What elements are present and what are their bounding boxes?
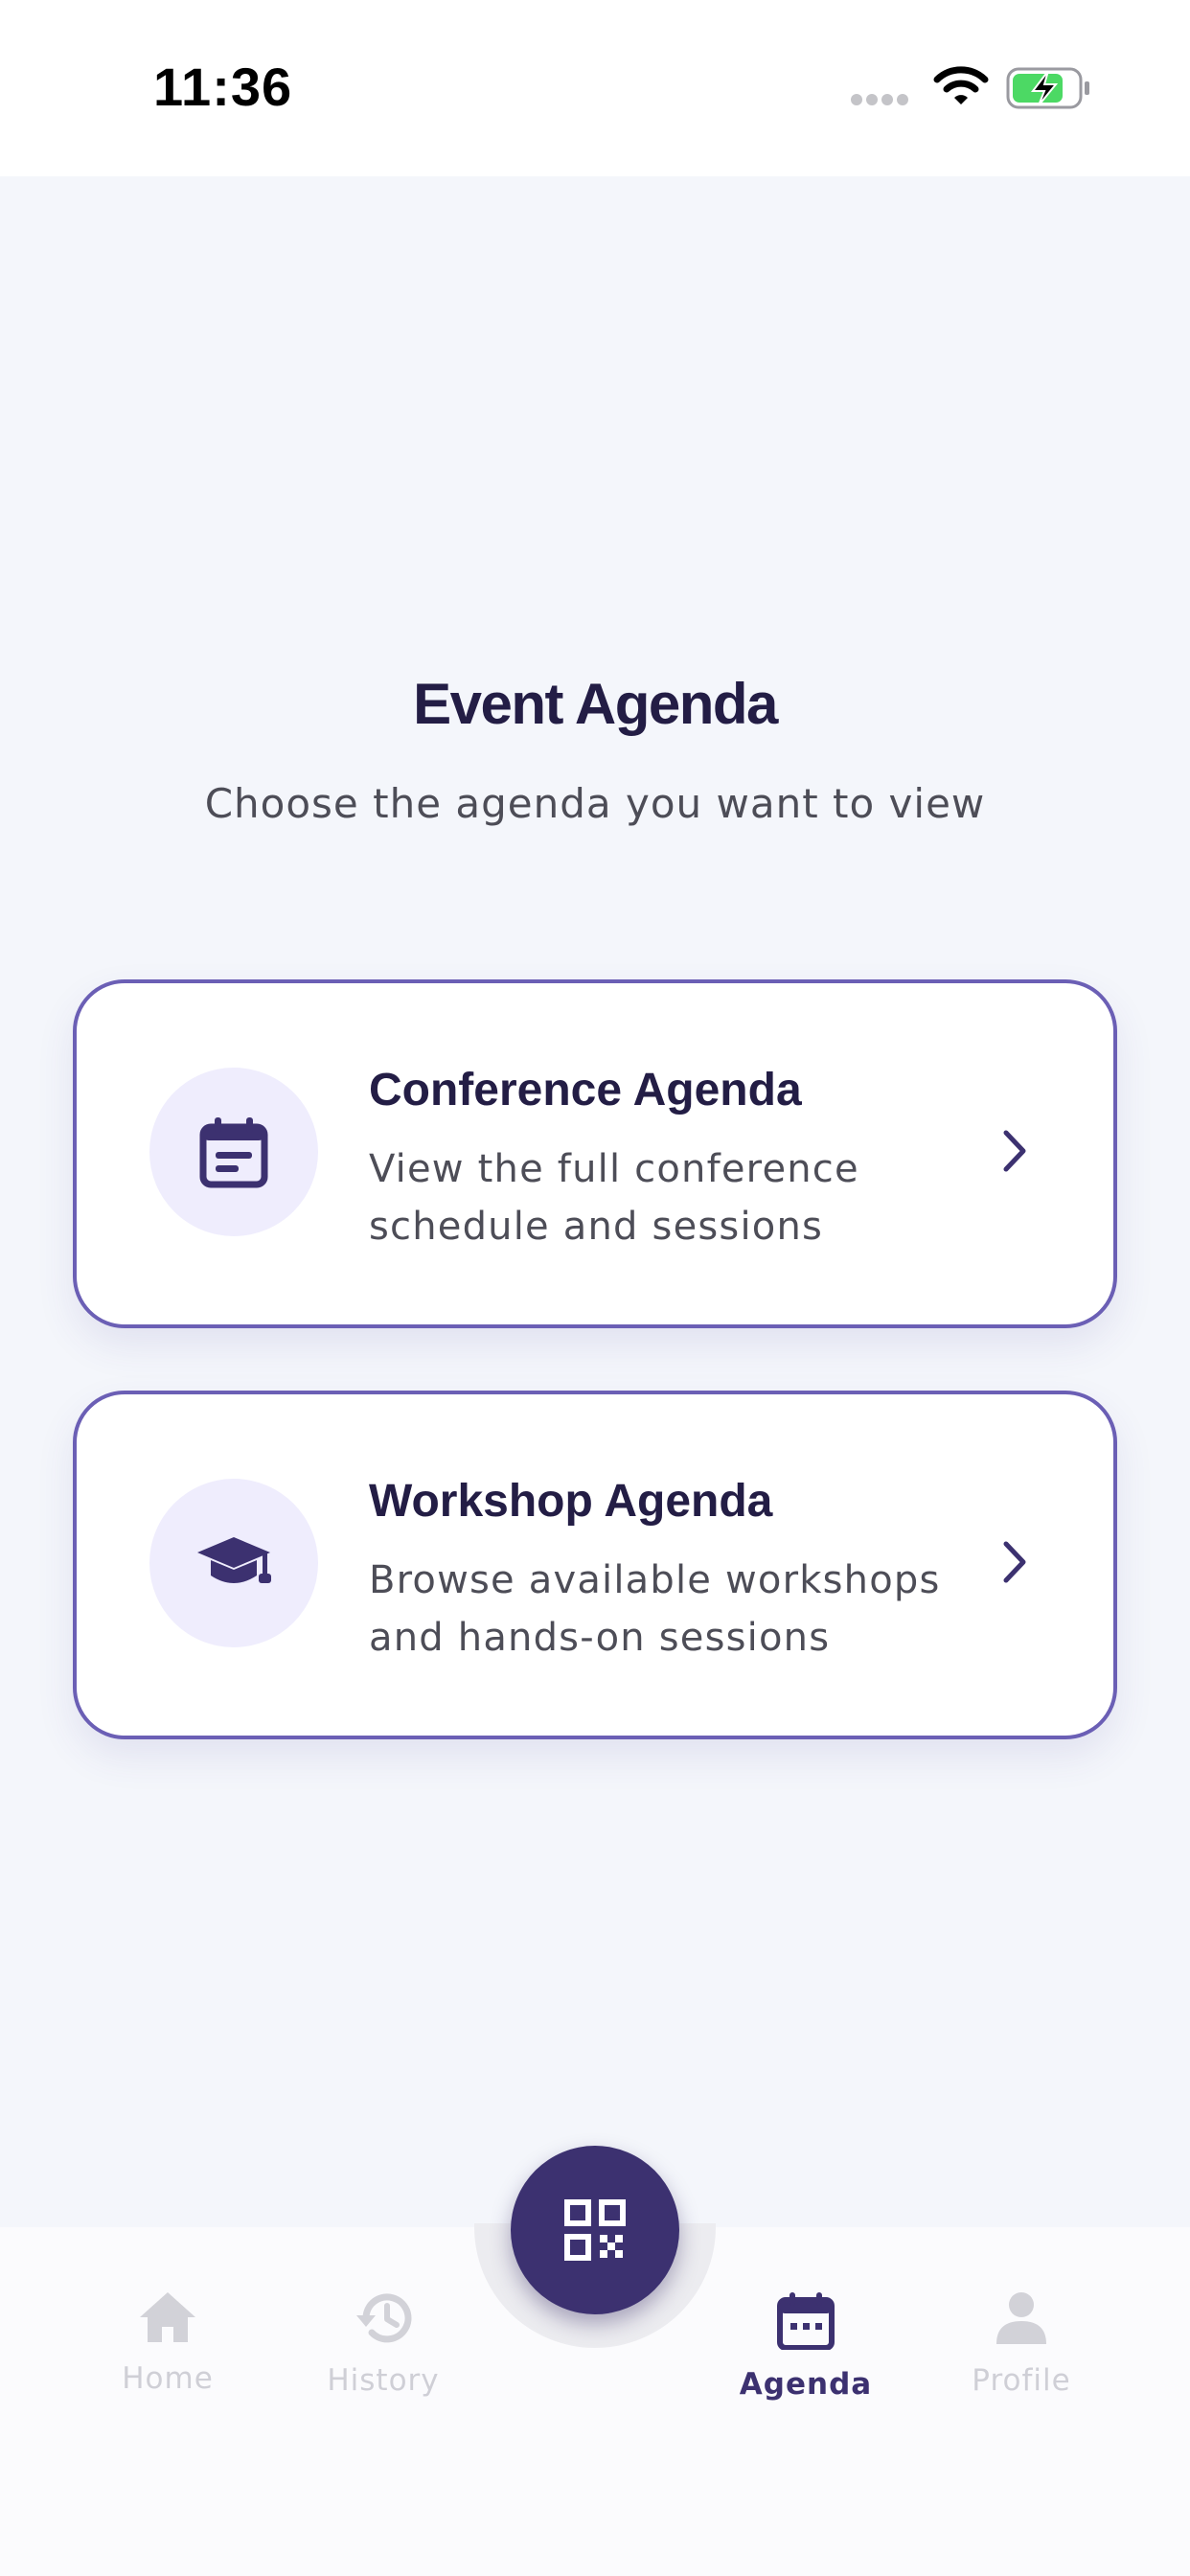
chevron-right-icon (998, 1538, 1031, 1590)
card-icon-circle (149, 1479, 318, 1647)
calendar-icon (199, 1117, 268, 1188)
scan-qr-button[interactable] (511, 2146, 679, 2314)
card-description: View the full conference schedule and se… (369, 1147, 859, 1249)
card-title: Workshop Agenda (369, 1476, 773, 1527)
conference-agenda-card[interactable]: Conference Agenda View the full conferen… (73, 979, 1117, 1328)
calendar-icon (777, 2292, 835, 2350)
tab-label: Profile (972, 2363, 1071, 2398)
chevron-right-icon (998, 1127, 1031, 1179)
tab-label: Home (122, 2361, 214, 2396)
home-icon (140, 2292, 195, 2342)
status-time: 11:36 (153, 57, 293, 117)
workshop-agenda-card[interactable]: Workshop Agenda Browse available worksho… (73, 1391, 1117, 1739)
wifi-icon (933, 65, 989, 111)
battery-charging-icon (1006, 67, 1092, 113)
card-icon-circle (149, 1068, 318, 1236)
tab-profile[interactable]: Profile (926, 2290, 1117, 2398)
qr-code-icon (564, 2199, 626, 2261)
cellular-signal-icon (851, 92, 912, 110)
page-title: Event Agenda (413, 672, 778, 736)
profile-icon (996, 2292, 1046, 2344)
card-title: Conference Agenda (369, 1065, 802, 1116)
status-bar: 11:36 (0, 0, 1190, 176)
tab-agenda[interactable]: Agenda (710, 2290, 902, 2402)
card-description: Browse available workshops and hands-on … (369, 1558, 941, 1660)
history-icon (356, 2293, 412, 2343)
graduation-cap-icon (197, 1537, 271, 1583)
tab-label: Agenda (739, 2367, 873, 2402)
tab-label: History (327, 2363, 440, 2398)
tab-home[interactable]: Home (72, 2290, 263, 2396)
page-subtitle: Choose the agenda you want to view (204, 780, 986, 827)
tab-history[interactable]: History (287, 2290, 479, 2398)
